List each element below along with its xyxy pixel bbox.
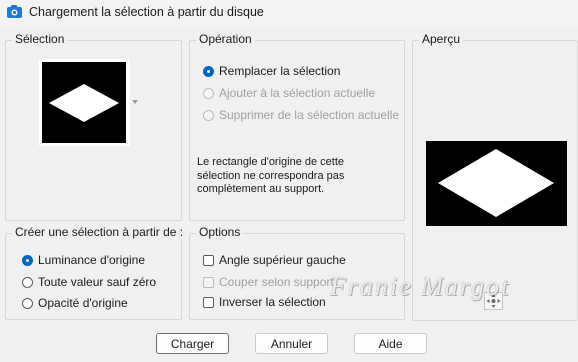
options-group-label: Options: [196, 225, 244, 239]
checkbox-top-left-corner[interactable]: Angle supérieur gauche: [203, 253, 346, 267]
radio-original-opacity[interactable]: Opacité d'origine: [22, 296, 128, 310]
checkbox-indicator: [203, 254, 214, 266]
selection-group-label: Sélection: [12, 32, 68, 46]
radio-label: Supprimer de la sélection actuelle: [219, 108, 400, 122]
preview-group: Aperçu: [412, 32, 578, 321]
load-button[interactable]: Charger: [156, 333, 229, 354]
checkbox-crop-to-canvas[interactable]: Couper selon support: [203, 275, 334, 289]
selection-group: Sélection: [5, 32, 182, 221]
radio-original-luminance[interactable]: Luminance d'origine: [22, 253, 145, 267]
help-button[interactable]: Aide: [354, 333, 427, 354]
options-group: Options Angle supérieur gauche Couper se…: [189, 225, 405, 320]
create-from-group-label: Créer une sélection à partir de :: [12, 225, 187, 239]
radio-indicator: [22, 297, 33, 309]
radio-indicator: [203, 109, 214, 121]
radio-indicator: [203, 87, 214, 99]
radio-label: Opacité d'origine: [38, 296, 128, 310]
radio-indicator: [203, 65, 214, 77]
radio-indicator: [22, 254, 33, 266]
radio-replace-selection[interactable]: Remplacer la sélection: [203, 64, 340, 78]
radio-label: Toute valeur sauf zéro: [38, 275, 157, 289]
radio-indicator: [22, 276, 33, 288]
radio-label: Luminance d'origine: [38, 253, 146, 267]
operation-group: Opération Remplacer la sélection Ajouter…: [189, 32, 405, 221]
radio-add-selection[interactable]: Ajouter à la sélection actuelle: [203, 86, 375, 100]
operation-group-label: Opération: [196, 32, 255, 46]
checkbox-label: Angle supérieur gauche: [219, 253, 346, 267]
preview-image: [426, 141, 567, 226]
radio-subtract-selection[interactable]: Supprimer de la sélection actuelle: [203, 108, 399, 122]
preview-group-label: Aperçu: [419, 32, 464, 46]
radio-any-nonzero[interactable]: Toute valeur sauf zéro: [22, 275, 156, 289]
checkbox-indicator: [203, 276, 214, 288]
navigate-icon[interactable]: [484, 292, 503, 310]
checkbox-invert-selection[interactable]: Inverser la sélection: [203, 295, 326, 309]
radio-label: Ajouter à la sélection actuelle: [219, 86, 376, 100]
app-icon: [7, 5, 22, 18]
title-bar: Chargement la sélection à partir du disq…: [0, 0, 578, 26]
checkbox-label: Inverser la sélection: [219, 295, 326, 309]
cancel-button[interactable]: Annuler: [255, 333, 328, 354]
window-title: Chargement la sélection à partir du disq…: [29, 5, 264, 19]
checkbox-indicator: [203, 296, 214, 308]
radio-label: Remplacer la sélection: [219, 64, 341, 78]
dropdown-arrow-icon[interactable]: [132, 100, 138, 104]
selection-thumbnail[interactable]: [39, 59, 130, 146]
create-from-group: Créer une sélection à partir de : Lumina…: [5, 225, 187, 320]
operation-note: Le rectangle d'origine de cette sélectio…: [197, 156, 345, 195]
checkbox-label: Couper selon support: [219, 275, 334, 289]
